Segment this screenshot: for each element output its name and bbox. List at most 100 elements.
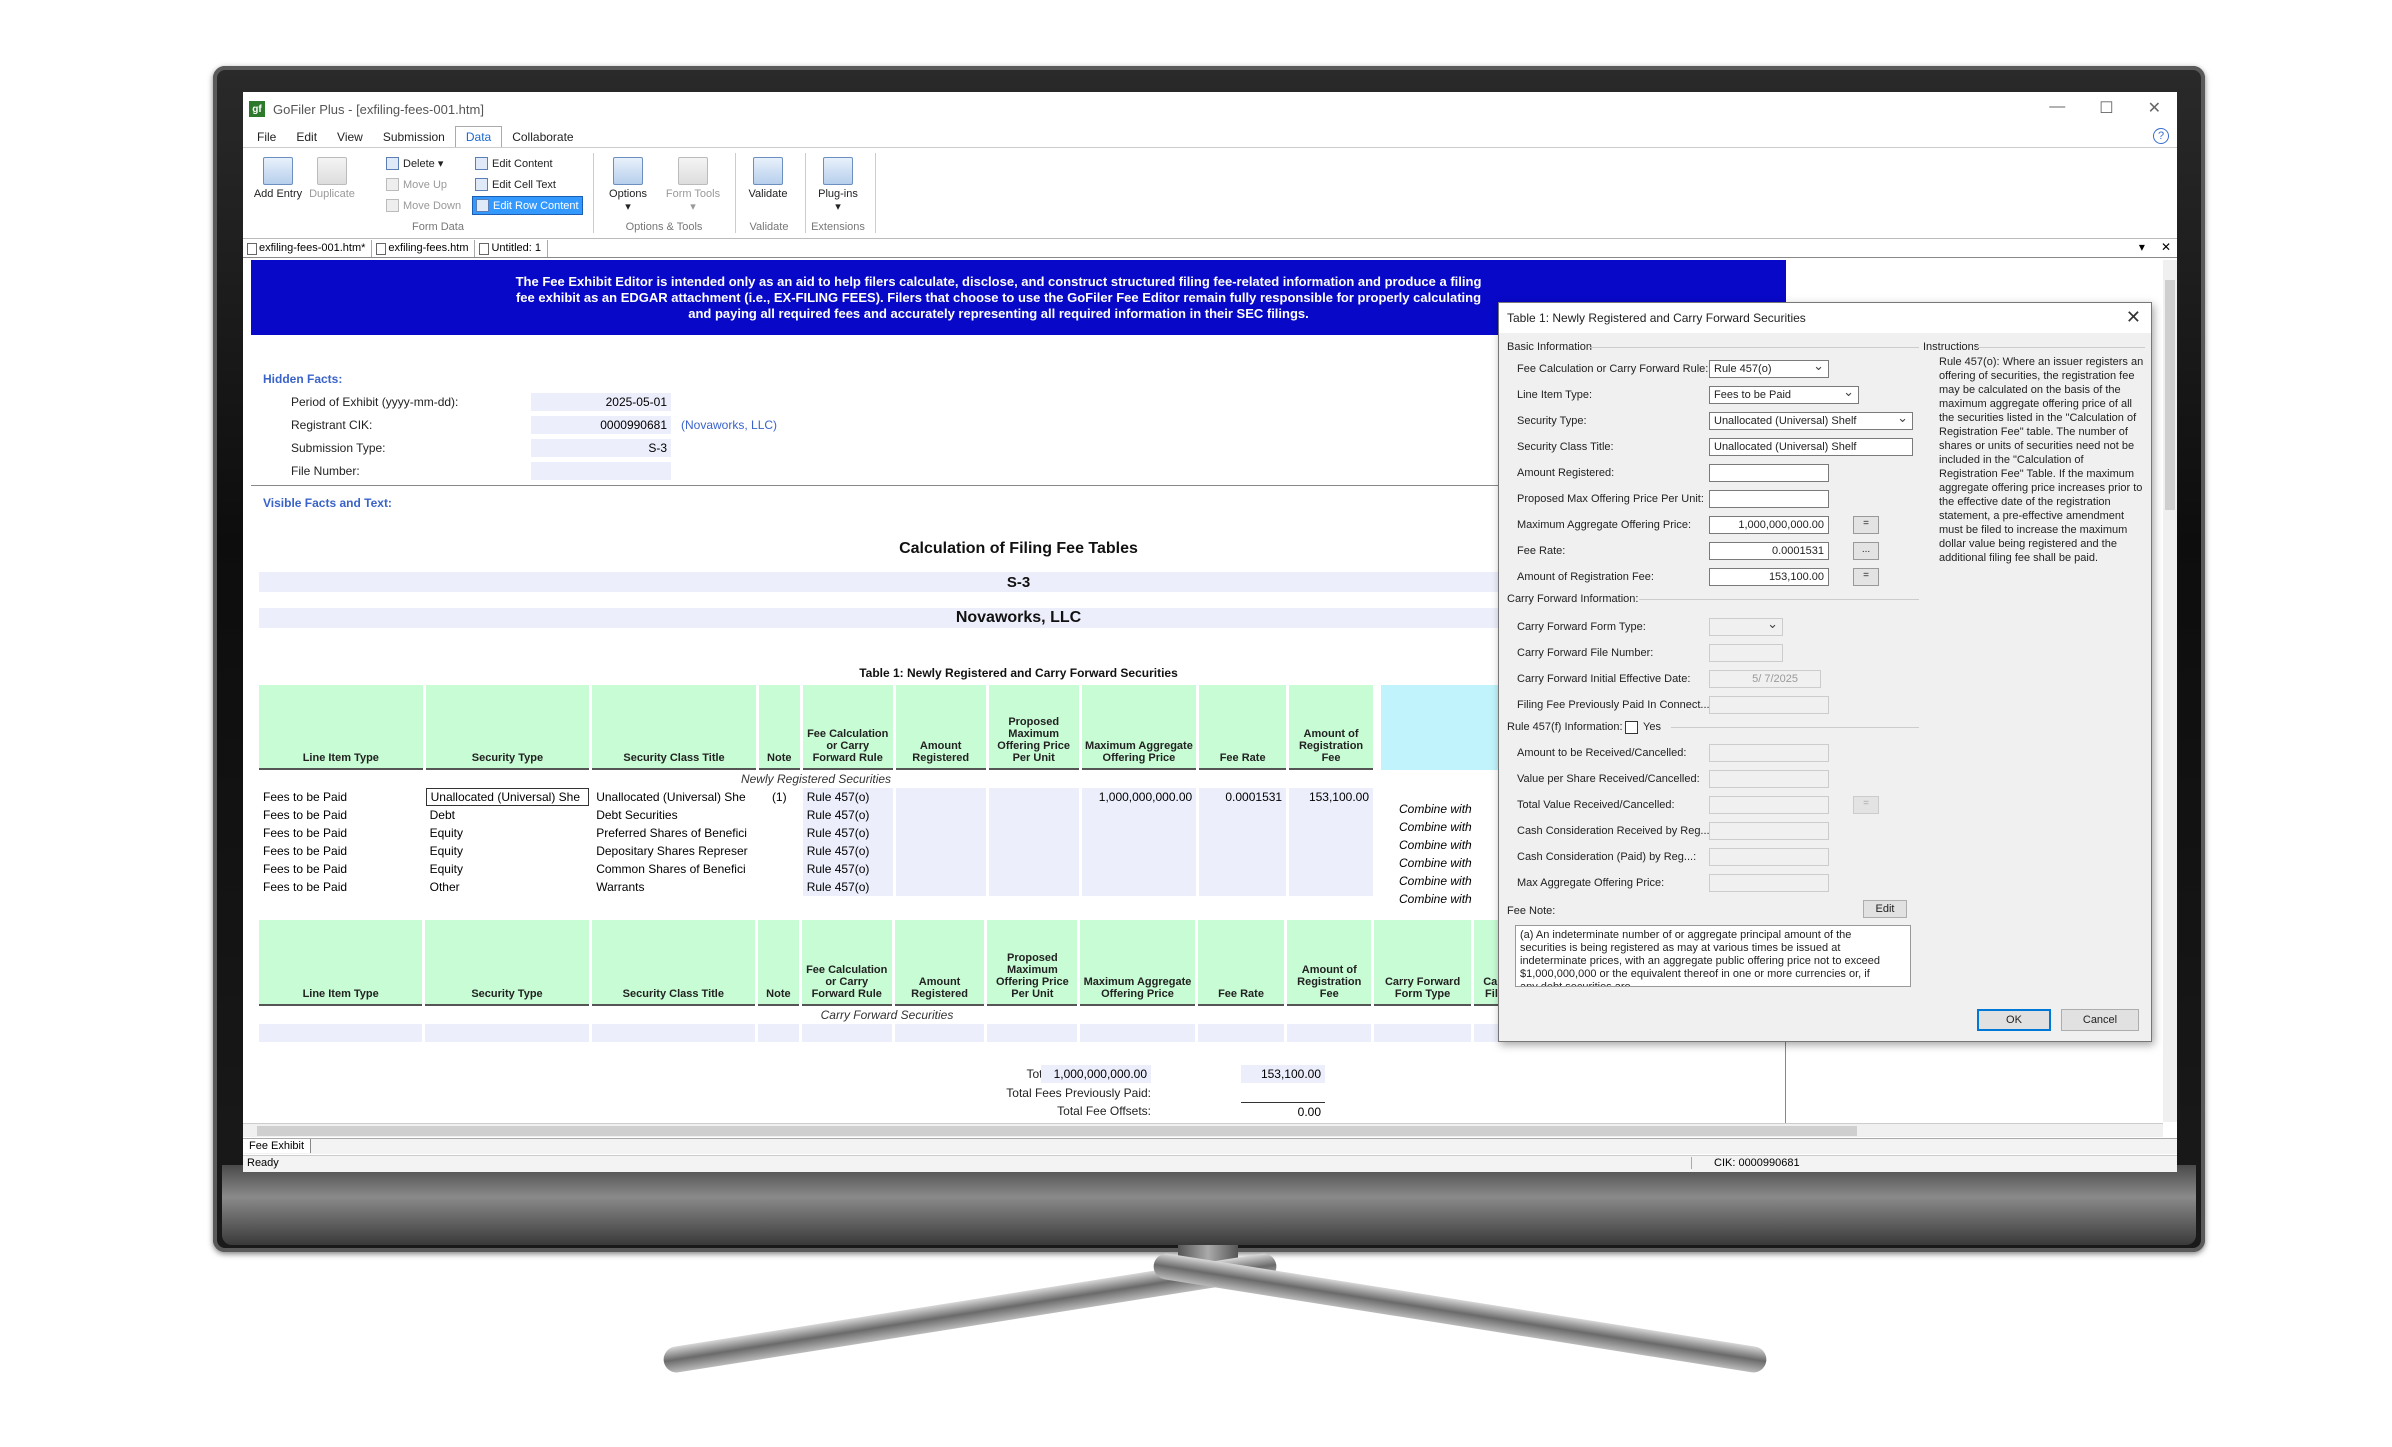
- cell-max[interactable]: [1081, 806, 1197, 824]
- horizontal-scrollbar[interactable]: [243, 1123, 2163, 1137]
- cell-note[interactable]: [759, 860, 800, 878]
- cell-fee[interactable]: [1289, 842, 1373, 860]
- cell-amt[interactable]: [895, 806, 986, 824]
- cell-rate[interactable]: [1199, 860, 1287, 878]
- cell-type[interactable]: Fees to be Paid: [259, 806, 423, 824]
- cell-cls[interactable]: Depositary Shares Represer: [592, 842, 756, 860]
- cell-price[interactable]: [988, 788, 1079, 806]
- cell-sec[interactable]: Unallocated (Universal) She: [425, 788, 590, 806]
- cell-sec[interactable]: Equity: [426, 842, 590, 860]
- tab-list-icon[interactable]: ▾: [2139, 240, 2145, 254]
- cell-type[interactable]: Fees to be Paid: [259, 788, 423, 806]
- cash-paid-input[interactable]: [1709, 848, 1829, 866]
- menu-edit[interactable]: Edit: [286, 127, 327, 147]
- total-value-calc-button[interactable]: =: [1853, 796, 1879, 814]
- cell-sec[interactable]: Other: [426, 878, 590, 896]
- cell-note[interactable]: [759, 842, 800, 860]
- menu-data[interactable]: Data: [454, 126, 503, 147]
- cell-rule[interactable]: Rule 457(o): [802, 788, 893, 806]
- maximize-icon[interactable]: ☐: [2099, 98, 2113, 118]
- cell-max[interactable]: [1081, 824, 1197, 842]
- submission-type-value[interactable]: S-3: [531, 439, 671, 457]
- cf-prev-paid-input[interactable]: [1709, 696, 1829, 714]
- cell-fee[interactable]: [1289, 860, 1373, 878]
- table-row[interactable]: Fees to be Paid Equity Depositary Shares R…: [259, 842, 1373, 860]
- table-row[interactable]: Fees to be Paid Equity Preferred Shares of…: [259, 824, 1373, 842]
- amount-received-input[interactable]: [1709, 744, 1829, 762]
- plugins-button[interactable]: Plug-ins ▾: [811, 157, 865, 213]
- fee-note-edit-button[interactable]: Edit: [1863, 900, 1907, 918]
- cell-fee[interactable]: [1289, 806, 1373, 824]
- max-aggregate-input[interactable]: 1,000,000,000.00: [1709, 516, 1829, 534]
- cell-rate[interactable]: [1199, 824, 1287, 842]
- security-class-title-input[interactable]: Unallocated (Universal) Shelf: [1709, 438, 1913, 456]
- cell-type[interactable]: Fees to be Paid: [259, 842, 423, 860]
- cell-rate[interactable]: 0.0001531: [1199, 788, 1287, 806]
- cell-fee[interactable]: 153,100.00: [1289, 788, 1373, 806]
- move-up-button[interactable]: Move Up: [383, 175, 450, 194]
- cell-price[interactable]: [988, 860, 1079, 878]
- validate-button[interactable]: Validate: [741, 157, 795, 200]
- cell-cls[interactable]: Common Shares of Benefici: [592, 860, 756, 878]
- cf-file-number-input[interactable]: [1709, 644, 1783, 662]
- total-value-input[interactable]: [1709, 796, 1829, 814]
- cell-price[interactable]: [988, 878, 1079, 896]
- period-value[interactable]: 2025-05-01: [531, 393, 671, 411]
- vertical-scrollbar[interactable]: [2163, 260, 2177, 1122]
- cell-rate[interactable]: [1199, 878, 1287, 896]
- cell-type[interactable]: Fees to be Paid: [259, 860, 423, 878]
- minimize-icon[interactable]: —: [2049, 98, 2065, 118]
- cell-rule[interactable]: Rule 457(o): [802, 842, 893, 860]
- cik-value[interactable]: 0000990681: [531, 416, 671, 434]
- fee-rule-select[interactable]: Rule 457(o): [1709, 360, 1829, 378]
- move-down-button[interactable]: Move Down: [383, 196, 464, 215]
- max-aggregate-calc-button[interactable]: =: [1853, 516, 1879, 534]
- file-number-value[interactable]: [531, 462, 671, 480]
- cell-sec[interactable]: Equity: [426, 824, 590, 842]
- cf-form-type-select[interactable]: [1709, 618, 1783, 636]
- edit-row-content-button[interactable]: Edit Row Content: [472, 196, 583, 215]
- cell-fee[interactable]: [1289, 878, 1373, 896]
- cell-cls[interactable]: Warrants: [592, 878, 756, 896]
- cell-cls[interactable]: Preferred Shares of Benefici: [592, 824, 756, 842]
- cell-price[interactable]: [988, 806, 1079, 824]
- menu-submission[interactable]: Submission: [373, 127, 455, 147]
- ok-button[interactable]: OK: [1977, 1009, 2051, 1031]
- cell-note[interactable]: (1): [759, 788, 800, 806]
- cell-rule[interactable]: Rule 457(o): [802, 860, 893, 878]
- add-entry-button[interactable]: Add Entry: [253, 157, 303, 200]
- cell-fee[interactable]: [1289, 824, 1373, 842]
- line-item-type-select[interactable]: Fees to be Paid: [1709, 386, 1859, 404]
- form-tools-button[interactable]: Form Tools ▾: [661, 157, 725, 213]
- cell-amt[interactable]: [895, 860, 986, 878]
- cell-price[interactable]: [988, 842, 1079, 860]
- cell-max[interactable]: [1081, 860, 1197, 878]
- menu-view[interactable]: View: [327, 127, 373, 147]
- options-button[interactable]: Options ▾: [603, 157, 653, 213]
- tab-untitled[interactable]: Untitled: 1: [475, 240, 549, 257]
- value-per-share-input[interactable]: [1709, 770, 1829, 788]
- duplicate-button[interactable]: Duplicate: [307, 157, 357, 200]
- amount-registered-input[interactable]: [1709, 464, 1829, 482]
- tab-exfiling-fees[interactable]: exfiling-fees.htm: [372, 240, 476, 257]
- menu-collaborate[interactable]: Collaborate: [502, 127, 583, 147]
- cell-amt[interactable]: [895, 824, 986, 842]
- security-type-select[interactable]: Unallocated (Universal) Shelf: [1709, 412, 1913, 430]
- cell-rule[interactable]: Rule 457(o): [802, 824, 893, 842]
- fee-note-text[interactable]: (a) An indeterminate number of or aggreg…: [1515, 925, 1911, 987]
- close-tab-icon[interactable]: ✕: [2161, 240, 2171, 254]
- cell-note[interactable]: [759, 878, 800, 896]
- cell-type[interactable]: Fees to be Paid: [259, 824, 423, 842]
- table-row[interactable]: Fees to be Paid Other Warrants Rule 457(o): [259, 878, 1373, 896]
- table-row[interactable]: Fees to be Paid Debt Debt Securities Rule 4…: [259, 806, 1373, 824]
- cell-amt[interactable]: [895, 788, 986, 806]
- cell-rate[interactable]: [1199, 842, 1287, 860]
- delete-button[interactable]: Delete ▾: [383, 154, 446, 173]
- cell-rule[interactable]: Rule 457(o): [802, 878, 893, 896]
- cell-max[interactable]: 1,000,000,000.00: [1081, 788, 1197, 806]
- cancel-button[interactable]: Cancel: [2061, 1009, 2139, 1031]
- cell-amt[interactable]: [895, 878, 986, 896]
- cell-max[interactable]: [1081, 842, 1197, 860]
- tab-fee-exhibit[interactable]: Fee Exhibit: [243, 1139, 312, 1153]
- menu-file[interactable]: File: [247, 127, 286, 147]
